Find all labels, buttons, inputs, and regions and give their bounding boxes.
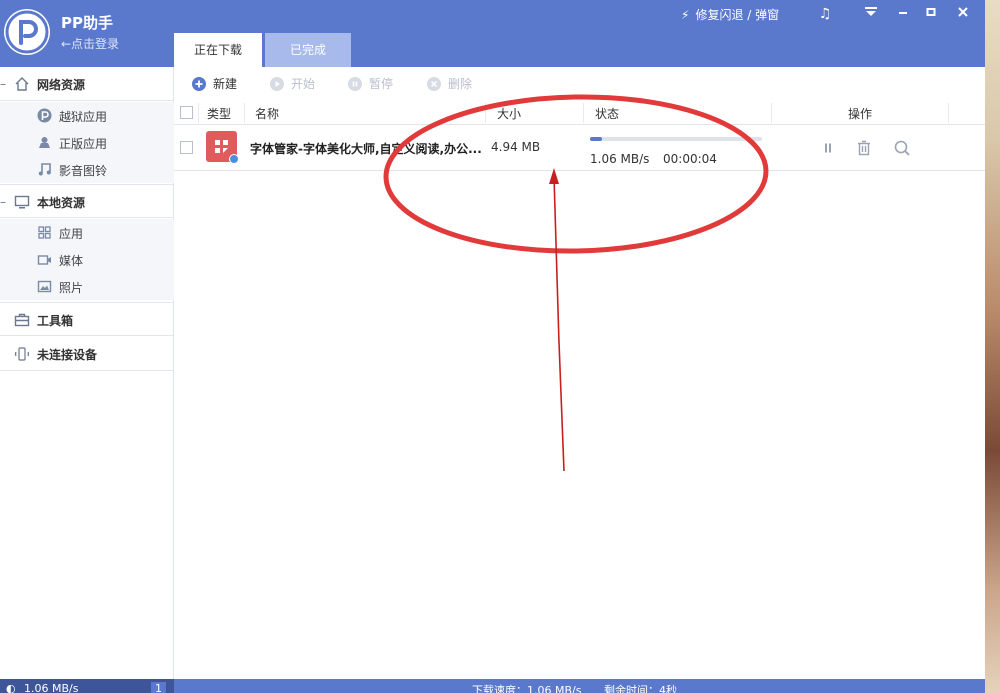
sidebar-item-label: 越狱应用 xyxy=(59,110,108,124)
download-badge-icon xyxy=(229,154,239,164)
file-size: 4.94 MB xyxy=(491,140,541,154)
download-progress-bar xyxy=(590,137,762,141)
column-header-name[interactable]: 名称 xyxy=(255,105,279,122)
start-label: 开始 xyxy=(291,77,316,91)
trash-icon[interactable] xyxy=(855,139,873,157)
desktop-background xyxy=(985,0,1000,693)
elapsed-time: 00:00:04 xyxy=(663,152,717,166)
x-circle-icon xyxy=(427,77,441,91)
column-header-status[interactable]: 状态 xyxy=(595,105,619,122)
sidebar-section-label: 网络资源 xyxy=(37,78,86,92)
sidebar-section-network[interactable]: – 网络资源 xyxy=(0,67,174,101)
pause-icon xyxy=(348,77,362,91)
search-icon[interactable] xyxy=(893,139,911,157)
sidebar-item-label: 正版应用 xyxy=(59,137,108,151)
column-divider xyxy=(198,103,199,123)
column-header-size[interactable]: 大小 xyxy=(497,105,521,122)
title-bar: PP助手 ←点击登录 正在下载 已完成 ⚡ 修复闪退 / 弹窗 ♫ xyxy=(0,0,985,67)
close-icon[interactable] xyxy=(953,5,973,23)
column-divider xyxy=(948,103,949,123)
sidebar-item-media-ringtones[interactable]: 影音图铃 xyxy=(0,156,174,183)
app-icon xyxy=(206,131,239,164)
new-button[interactable]: 新建 xyxy=(192,76,237,92)
sidebar-item-label: 影音图铃 xyxy=(59,164,108,178)
status-download-speed: 下载速度：1.06 MB/s xyxy=(472,684,582,693)
app-name: 字体管家-字体美化大师,自定义阅读,办公... xyxy=(250,142,482,156)
sidebar-item-apps[interactable]: 应用 xyxy=(0,219,174,246)
sidebar-section-label: 本地资源 xyxy=(37,196,86,210)
new-label: 新建 xyxy=(213,77,238,91)
column-divider xyxy=(771,103,772,123)
download-toolbar: 新建 开始 暂停 删除 xyxy=(174,67,985,101)
speed-indicator-icon: ◐ xyxy=(6,682,16,693)
plus-icon xyxy=(192,77,206,91)
progress-fill xyxy=(590,137,603,141)
sidebar-section-device[interactable]: 未连接设备 xyxy=(0,337,174,371)
minimize-icon[interactable] xyxy=(893,5,913,23)
sidebar-section-toolbox[interactable]: 工具箱 xyxy=(0,302,174,336)
annotation-arrow-shaft xyxy=(553,175,565,472)
sidebar-section-local[interactable]: – 本地资源 xyxy=(0,184,174,218)
status-count-badge: 1 xyxy=(151,682,166,693)
pp-assistant-window: PP助手 ←点击登录 正在下载 已完成 ⚡ 修复闪退 / 弹窗 ♫ – 网络资源 xyxy=(0,0,985,693)
app-store-icon xyxy=(37,135,52,150)
status-remaining-time: 剩余时间：4秒 xyxy=(604,684,677,693)
column-header-actions: 操作 xyxy=(848,107,873,121)
sidebar: – 网络资源 越狱应用 正版应用 影音图铃 – 本地资源 应用 媒体 照片 工具… xyxy=(0,67,174,679)
p-icon xyxy=(37,108,52,123)
music-icon[interactable]: ♫ xyxy=(815,5,835,23)
sidebar-item-genuine-apps[interactable]: 正版应用 xyxy=(0,129,174,156)
status-bar: ◐ 1.06 MB/s 1 下载速度：1.06 MB/s 剩余时间：4秒 xyxy=(0,679,985,693)
tab-downloading[interactable]: 正在下载 xyxy=(174,33,262,67)
lightning-icon: ⚡ xyxy=(681,8,690,22)
app-title: PP助手 xyxy=(61,14,113,32)
sidebar-item-label: 应用 xyxy=(59,227,84,241)
collapse-icon[interactable]: – xyxy=(0,77,8,91)
play-icon xyxy=(270,77,284,91)
table-header: 类型 名称 大小 状态 操作 xyxy=(174,101,985,125)
table-row[interactable]: 字体管家-字体美化大师,自定义阅读,办公... 4.94 MB 1.06 MB/… xyxy=(174,125,985,171)
grid-icon xyxy=(37,225,52,240)
pp-logo-icon[interactable] xyxy=(4,9,50,55)
column-header-type[interactable]: 类型 xyxy=(207,105,231,122)
sidebar-section-label: 未连接设备 xyxy=(37,348,98,362)
dropdown-menu-icon[interactable] xyxy=(861,5,881,23)
music-note-icon xyxy=(37,162,52,177)
sidebar-item-label: 媒体 xyxy=(59,254,84,268)
sidebar-section-label: 工具箱 xyxy=(37,314,74,328)
device-icon xyxy=(14,346,30,362)
start-button[interactable]: 开始 xyxy=(270,76,315,92)
toolbox-icon xyxy=(14,312,30,328)
home-icon xyxy=(14,76,30,92)
delete-button[interactable]: 删除 xyxy=(427,76,472,92)
column-divider xyxy=(583,103,584,123)
sidebar-item-label: 照片 xyxy=(59,281,84,295)
download-speed: 1.06 MB/s xyxy=(590,152,650,166)
pause-button[interactable]: 暂停 xyxy=(348,76,393,92)
pause-icon[interactable] xyxy=(819,139,837,157)
delete-label: 删除 xyxy=(448,77,473,91)
select-all-checkbox[interactable] xyxy=(180,106,193,119)
monitor-icon xyxy=(14,194,30,210)
sidebar-item-photos[interactable]: 照片 xyxy=(0,273,174,300)
maximize-icon[interactable] xyxy=(921,5,941,23)
row-checkbox[interactable] xyxy=(180,141,193,154)
sidebar-item-jailbreak-apps[interactable]: 越狱应用 xyxy=(0,102,174,129)
photo-icon xyxy=(37,279,52,294)
repair-label: 修复闪退 / 弹窗 xyxy=(695,8,780,22)
collapse-icon[interactable]: – xyxy=(0,195,8,209)
column-divider xyxy=(244,103,245,123)
column-divider xyxy=(485,103,486,123)
login-link[interactable]: ←点击登录 xyxy=(61,35,119,52)
tab-completed[interactable]: 已完成 xyxy=(265,33,351,67)
sidebar-item-media[interactable]: 媒体 xyxy=(0,246,174,273)
video-icon xyxy=(37,252,52,267)
pause-label: 暂停 xyxy=(369,77,394,91)
status-left-speed: 1.06 MB/s xyxy=(24,682,79,693)
repair-crash-button[interactable]: ⚡ 修复闪退 / 弹窗 xyxy=(681,6,779,23)
